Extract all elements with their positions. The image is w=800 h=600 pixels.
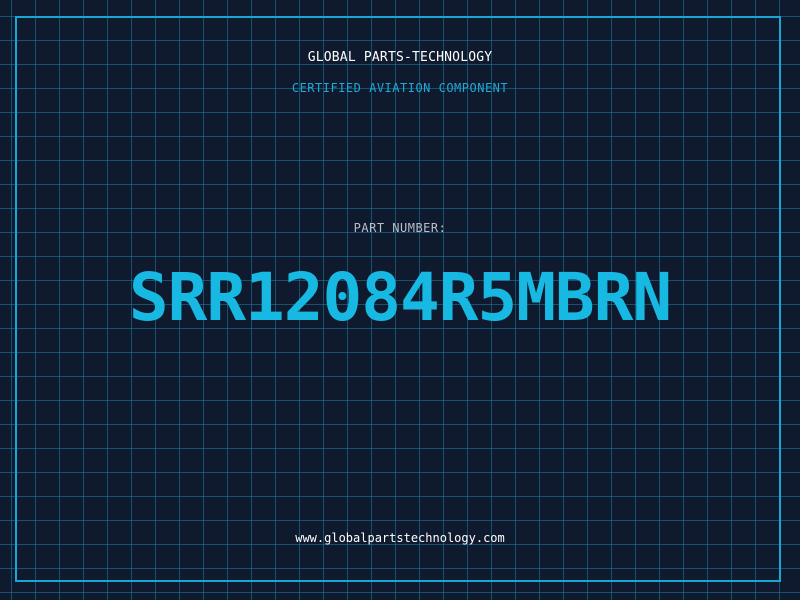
brand-name: GLOBAL PARTS-TECHNOLOGY	[307, 50, 493, 65]
part-number-value: SRR12084R5MBRN	[128, 259, 672, 336]
certification-tagline: CERTIFIED AVIATION COMPONENT	[291, 81, 509, 95]
part-number-label: PART NUMBER:	[353, 221, 447, 235]
website-link[interactable]: www.globalpartstechnology.com	[0, 530, 800, 546]
